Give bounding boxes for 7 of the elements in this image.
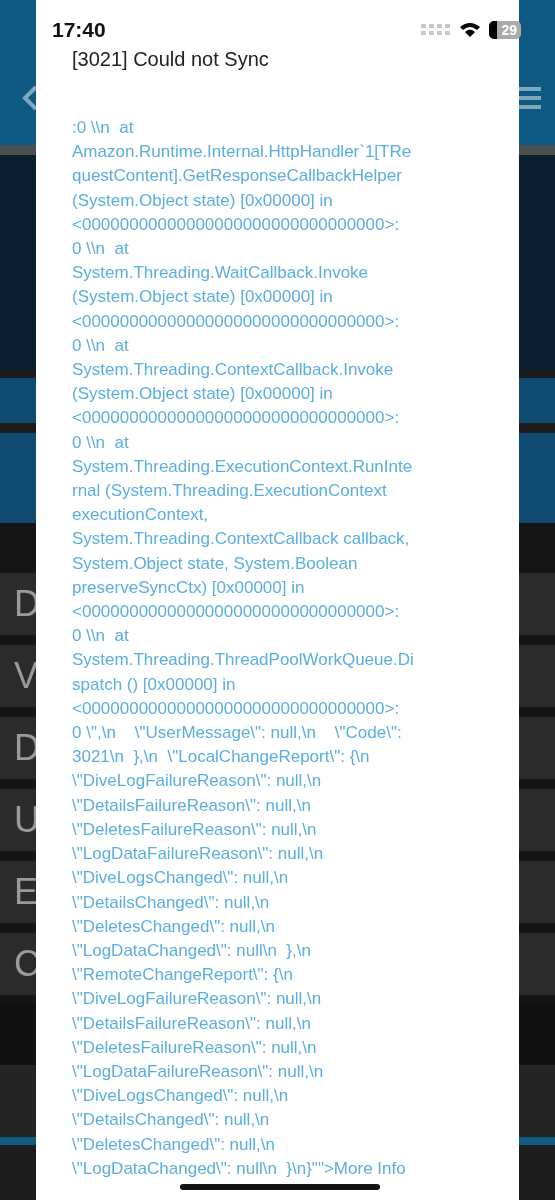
status-time: 17:40 [52,18,106,42]
error-details-text: :0 \\n at Amazon.Runtime.Internal.HttpHandler`1[TRe questContent].GetResponseCallbackHelper (System.Object state) [0x00000] in <00000000000000000000000000000000>: 0 \\n at System.Threading.WaitCallback.Invoke (System.Object state) [0x00000] in <00000000000000000000000000000000>: 0 \\n at System.Threading.ContextCallback.Invoke (System.Object state) [0x00000] in <00000000000000000000000000000000>: 0 \\n at System.Threading.ExecutionContext.RunInte rnal (System.Threading.ExecutionContext executionContext, System.Threading.ContextCallback callback, System.Object state, System.Boolean preserveSyncCtx) [0x00000] in <00000000000000000000000000000000>: 0 \\n at System.Threading.ThreadPoolWorkQueue.Di spatch () [0x00000] in <00000000000000000000000000000000>: 0 \",\n \"UserMessage\": null,\n \"Code\": 3021\n },\n \"LocalChangeReport\": {\n \"DiveLogFailureReason\": null,\n \"DetailsFailureReason\": null,\n \"DeletesFailureReason\": null,\n \"LogDataFailureReason\": null,\n \"DiveLogsChanged\": null,\n \"DetailsChanged\": null,\n \"DeletesChanged\": null,\n \"LogDataChanged\": null\n },\n \"RemoteChangeReport\": {\n \"DiveLogFailureReason\": null,\n \"DetailsFailureReason\": null,\n \"DeletesFailureReason\": null,\n \"LogDataFailureReason\": null,\n \"DiveLogsChanged\": null,\n \"DetailsChanged\": null,\n \"DeletesChanged\": null,\n \"LogDataChanged\": null\n }\n}"">More Info [72,117,414,1180]
signal-icon [421,24,452,36]
battery-level: 29 [489,21,521,39]
dialog-title: [3021] Could not Sync [72,47,269,72]
back-icon[interactable] [22,84,38,111]
wifi-icon [459,22,482,38]
